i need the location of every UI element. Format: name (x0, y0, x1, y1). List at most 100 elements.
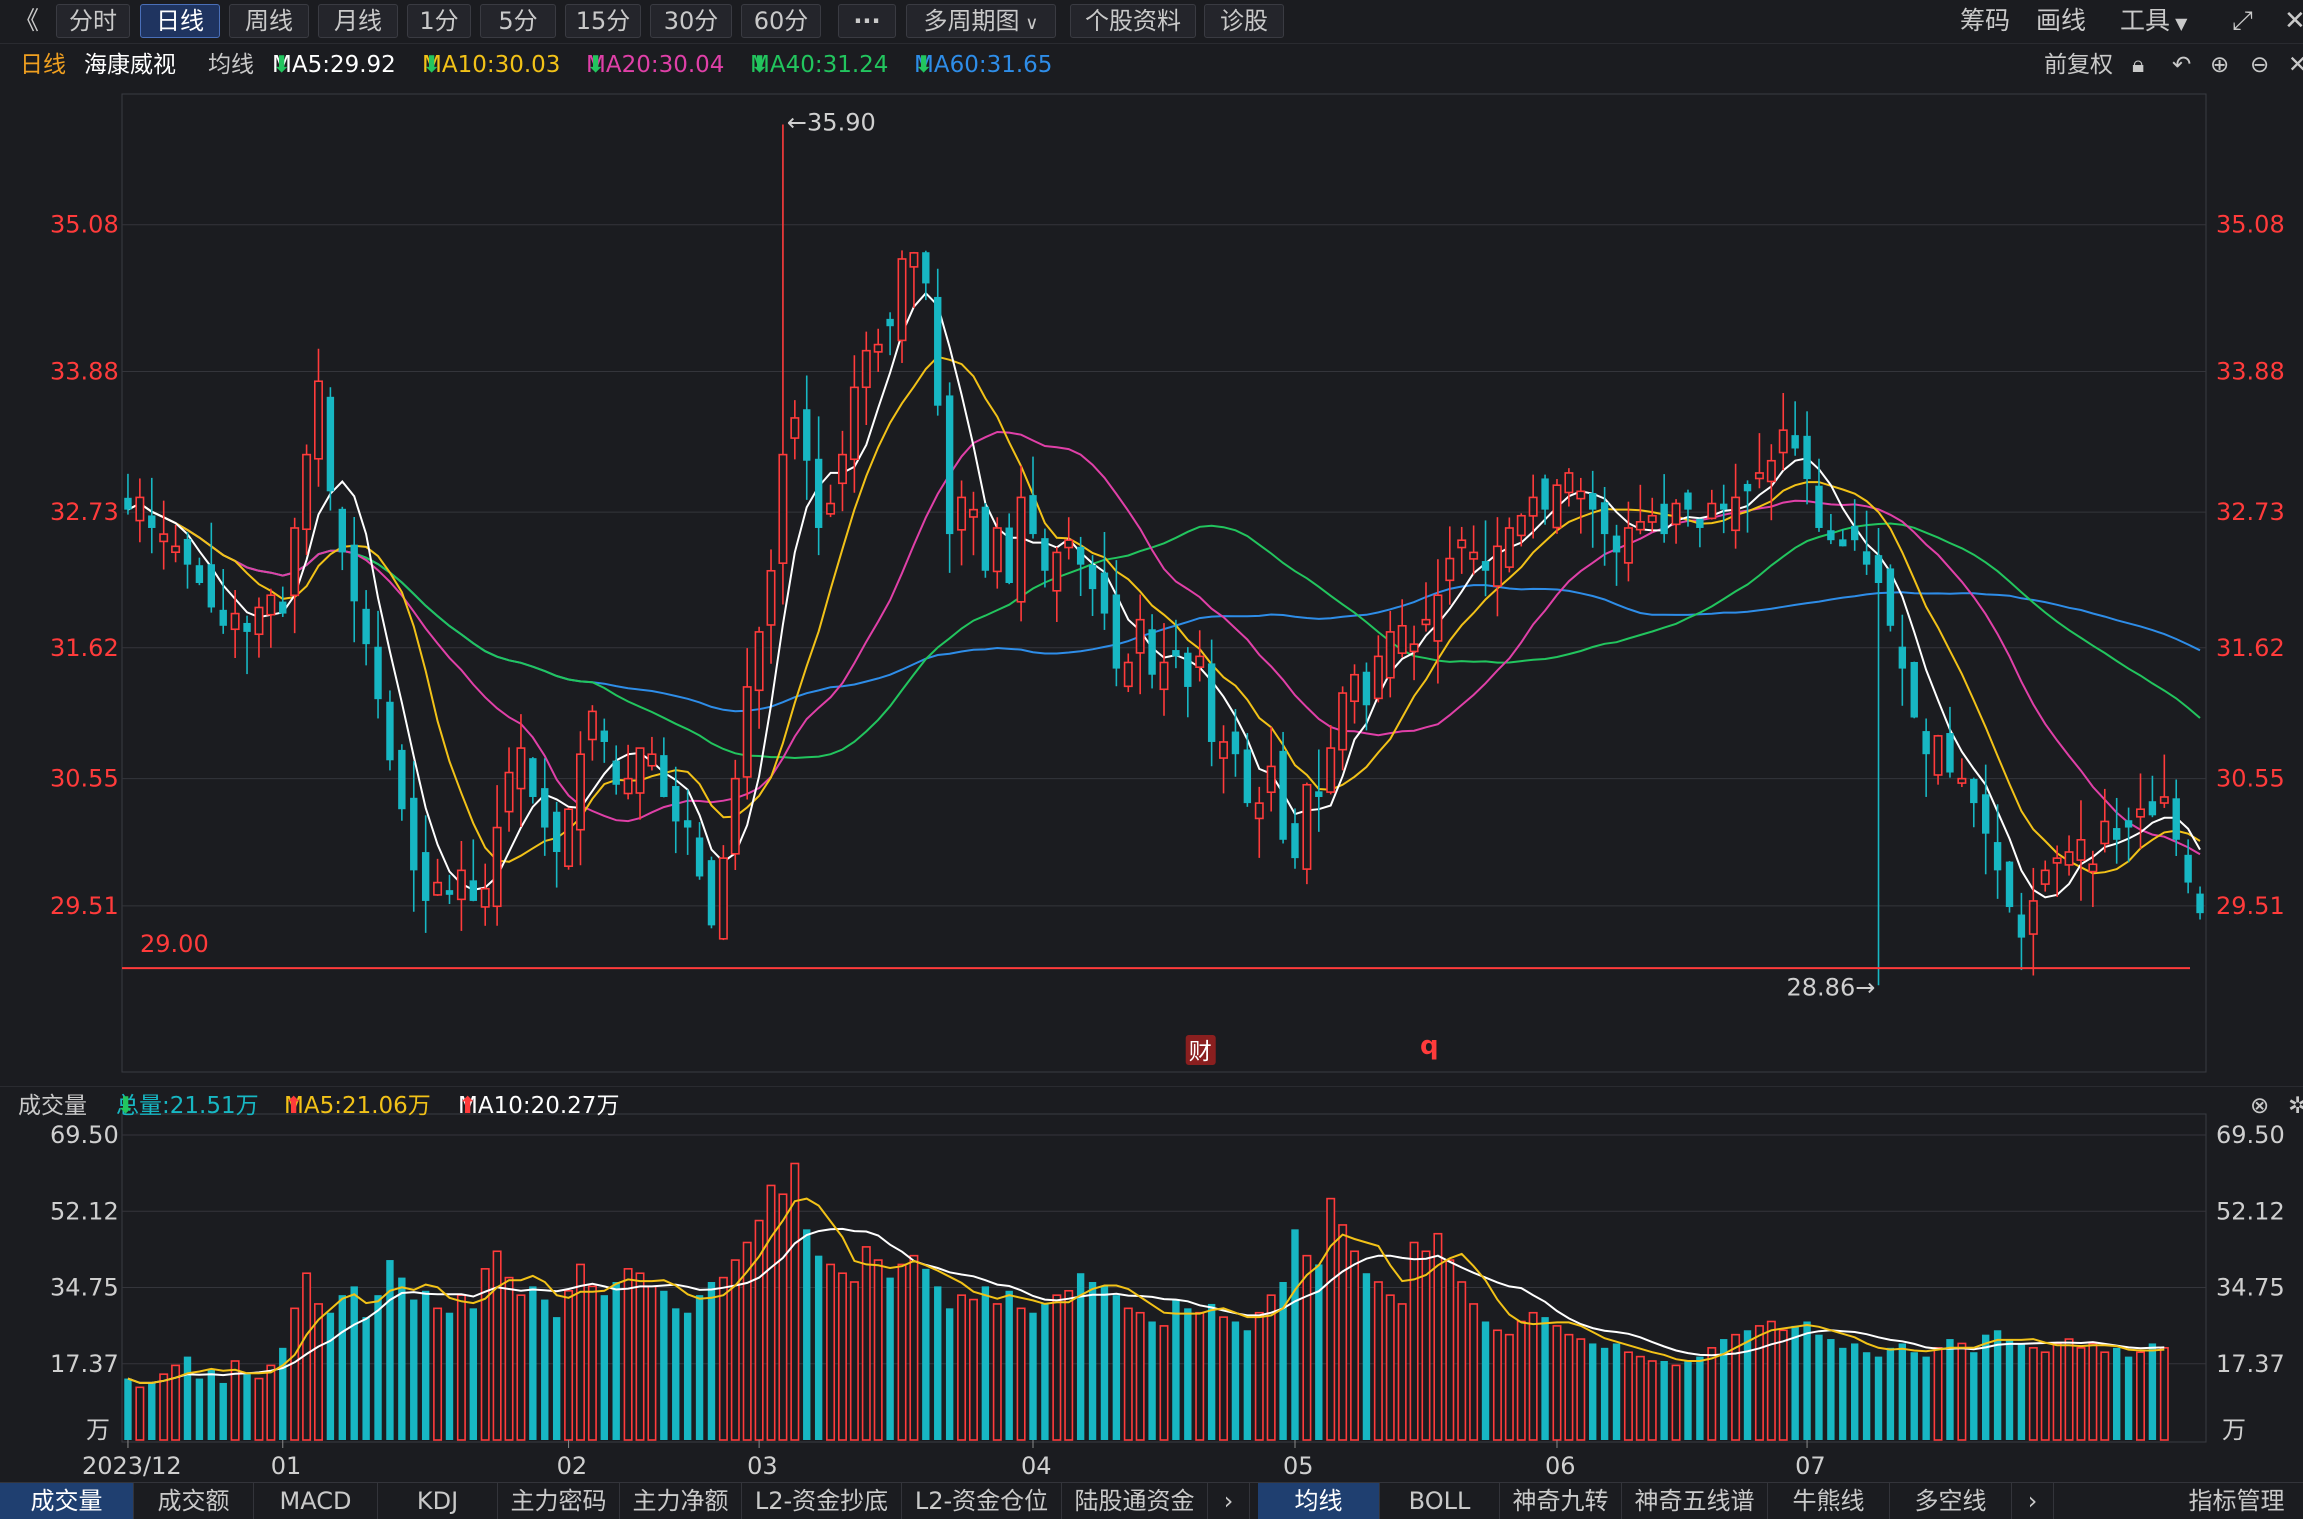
multi-period-dropdown[interactable]: 多周期图 ∨ (906, 4, 1056, 38)
period-tab-1min[interactable]: 1分 (407, 4, 471, 38)
volume-bar-up (1016, 1307, 1026, 1441)
candle-body-down (279, 601, 287, 614)
close-icon[interactable]: ⊗ (2250, 1087, 2269, 1125)
stock-name[interactable]: 海康威视 (84, 46, 176, 84)
close-icon[interactable]: ✕ (2288, 46, 2303, 84)
undo-icon[interactable]: ↶ (2172, 46, 2191, 84)
lock-icon[interactable]: 🔒︎ (2132, 46, 2144, 84)
stock-profile-button[interactable]: 个股资料 (1070, 4, 1196, 38)
chips-button[interactable]: 筹码 (1960, 4, 2010, 38)
candle-body-up (909, 252, 919, 268)
tab-turnover[interactable]: 成交额 (134, 1483, 254, 1519)
tab-kdj[interactable]: KDJ (378, 1483, 498, 1519)
candle-body-up (1516, 514, 1526, 537)
zoom-out-icon[interactable]: ⊖ (2250, 46, 2269, 84)
tab-l2-bottom-fishing[interactable]: L2-资金抄底 (742, 1483, 902, 1519)
period-tab-15min[interactable]: 15分 (565, 4, 641, 38)
gear-icon[interactable]: ✲ (2288, 1087, 2303, 1125)
candle-body-down (1589, 492, 1597, 510)
candle-body-down (672, 786, 680, 822)
candle-body-up (1254, 802, 1264, 820)
tab-five-lines[interactable]: 神奇五线谱 (1622, 1483, 1768, 1519)
volume-bar-down (541, 1299, 549, 1440)
candle-body-down (421, 852, 430, 901)
tools-menu-button[interactable]: 工具 ▼ (2120, 4, 2187, 38)
volume-tick-left: 69.50 (50, 1121, 119, 1149)
date-tick-label: 03 (747, 1452, 778, 1480)
candle-body-up (1564, 472, 1574, 494)
volume-bar-up (992, 1303, 1002, 1441)
volume-bar-up (1492, 1329, 1502, 1441)
chevron-right-icon[interactable]: › (2012, 1483, 2054, 1519)
indicator-manage-button[interactable]: 指标管理 (2170, 1483, 2303, 1519)
tab-volume[interactable]: 成交量 (0, 1483, 134, 1519)
back-icon[interactable]: 《 (14, 4, 39, 38)
volume-bar-up (1504, 1333, 1514, 1441)
volume-bar-down (338, 1295, 347, 1440)
volume-bar-down (1684, 1361, 1692, 1440)
ma-label[interactable]: 均线 (208, 46, 254, 84)
tab-bull-bear[interactable]: 牛熊线 (1768, 1483, 1890, 1519)
volume-bar-down (1589, 1343, 1597, 1440)
volume-bar-up (1052, 1294, 1062, 1441)
tab-ma[interactable]: 均线 (1258, 1483, 1380, 1519)
candle-body-up (1957, 777, 1967, 784)
candle-body-down (2184, 854, 2192, 883)
period-tab-intraday[interactable]: 分时 (56, 4, 130, 38)
arrow-down-icon: ⬇ (586, 52, 606, 78)
volume-bar-up (897, 1263, 907, 1441)
candle-body-down (1743, 483, 1752, 492)
tab-main-force-code[interactable]: 主力密码 (498, 1483, 620, 1519)
fullscreen-icon[interactable]: ⤢ (2232, 4, 2253, 38)
volume-bar-down (695, 1295, 704, 1440)
adjust-mode[interactable]: 前复权 (2044, 46, 2113, 84)
tab-l2-position[interactable]: L2-资金仓位 (902, 1483, 1062, 1519)
tab-td-nine[interactable]: 神奇九转 (1500, 1483, 1622, 1519)
candle-body-down (1922, 731, 1930, 755)
chevron-right-icon[interactable]: › (1208, 1483, 1250, 1519)
volume-bar-up (587, 1285, 597, 1441)
candle-body-up (492, 826, 502, 908)
diagnose-button[interactable]: 诊股 (1204, 4, 1284, 38)
volume-bar-down (1791, 1325, 1799, 1440)
candle-body-down (1600, 502, 1609, 535)
volume-title[interactable]: 成交量 (18, 1087, 87, 1125)
candle-body-down (2112, 828, 2121, 840)
close-icon[interactable]: ✕ (2284, 4, 2303, 38)
period-tab-daily[interactable]: 日线 (140, 4, 220, 38)
tab-northbound[interactable]: 陆股通资金 (1062, 1483, 1208, 1519)
tab-macd[interactable]: MACD (254, 1483, 378, 1519)
volume-bar-down (886, 1277, 894, 1440)
volume-bar-up (647, 1285, 657, 1441)
period-tab-60min[interactable]: 60分 (741, 4, 821, 38)
volume-bar-down (814, 1255, 823, 1440)
volume-bar-down (1803, 1321, 1811, 1440)
candle-body-down (338, 508, 347, 553)
chevron-down-icon: ∨ (1019, 13, 1039, 34)
kline-chart[interactable]: 35.08 35.08 33.88 33.88 32.73 32.73 31.62 31.62… (0, 84, 2303, 1482)
period-tab-monthly[interactable]: 月线 (318, 4, 398, 38)
volume-bar-down (183, 1356, 192, 1440)
candle-body-down (1279, 750, 1287, 840)
zoom-in-icon[interactable]: ⊕ (2210, 46, 2229, 84)
candle-body-up (1433, 594, 1443, 642)
tab-main-force-net[interactable]: 主力净额 (620, 1483, 742, 1519)
more-button[interactable]: ··· (838, 4, 896, 38)
candle-body-up (1016, 496, 1026, 603)
candle-body-up (1385, 631, 1395, 679)
volume-ma10-text: MA10:20.27万 (458, 1093, 620, 1119)
candle-body-up (1766, 459, 1776, 483)
volume-bar-up (516, 1294, 526, 1441)
tab-long-short[interactable]: 多空线 (1890, 1483, 2012, 1519)
candle-body-down (207, 564, 216, 608)
period-tab-30min[interactable]: 30分 (650, 4, 732, 38)
candle-body-down (410, 797, 418, 871)
volume-bar-down (612, 1282, 620, 1440)
tab-boll[interactable]: BOLL (1380, 1483, 1500, 1519)
candle-body-down (600, 730, 608, 742)
volume-bar-up (1123, 1307, 1133, 1441)
period-tab-5min[interactable]: 5分 (480, 4, 556, 38)
draw-line-button[interactable]: 画线 (2036, 4, 2086, 38)
volume-bar-up (1385, 1294, 1395, 1441)
period-tab-weekly[interactable]: 周线 (229, 4, 309, 38)
